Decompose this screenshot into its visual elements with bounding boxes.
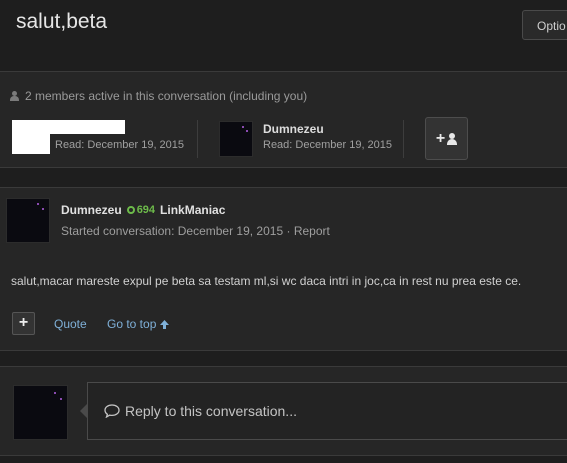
members-panel: 2 members active in this conversation (i… [0, 71, 567, 168]
post-meta: Started conversation: December 19, 2015 … [61, 224, 330, 238]
avatar-speck [54, 392, 56, 394]
redacted-name-block [12, 120, 125, 134]
my-avatar [13, 385, 68, 440]
options-button[interactable]: Optio [522, 10, 567, 40]
reputation-score[interactable]: 694 [126, 204, 156, 216]
avatar-speck [242, 126, 244, 128]
quote-link[interactable]: Quote [54, 317, 87, 331]
add-user-icon [447, 132, 458, 145]
multiquote-button[interactable]: + [12, 312, 35, 335]
user-icon [10, 91, 19, 101]
report-link[interactable]: Report [294, 224, 330, 238]
redacted-avatar-block [12, 134, 50, 154]
go-to-top-link[interactable]: Go to top [107, 317, 170, 331]
speech-bubble-icon [104, 404, 120, 418]
author-rank: LinkManiac [160, 203, 226, 217]
members-summary-text: 2 members active in this conversation (i… [25, 89, 308, 103]
author-avatar[interactable] [6, 198, 50, 243]
member-read-status: Read: December 19, 2015 [55, 139, 185, 151]
member-divider [403, 120, 404, 158]
author-name[interactable]: Dumnezeu [61, 203, 122, 217]
avatar-speck [37, 203, 39, 205]
invite-member-button[interactable]: + [425, 117, 468, 160]
reputation-value: 694 [136, 204, 156, 216]
reply-placeholder: Reply to this conversation... [125, 403, 297, 419]
avatar-speck [42, 208, 44, 210]
reply-section: Reply to this conversation... [0, 366, 567, 456]
members-summary: 2 members active in this conversation (i… [10, 89, 307, 103]
avatar-speck [246, 130, 248, 132]
post-body: salut,macar mareste expul pe beta sa tes… [11, 274, 522, 288]
avatar[interactable] [219, 121, 253, 157]
avatar-speck [60, 398, 62, 400]
message-post: Dumnezeu 694 LinkManiac Started conversa… [0, 187, 567, 351]
reply-input[interactable]: Reply to this conversation... [80, 382, 567, 440]
member-read-status: Read: December 19, 2015 [263, 139, 393, 151]
reputation-icon [126, 206, 135, 214]
conversation-title: salut,beta [16, 10, 108, 33]
member-name[interactable]: Dumnezeu [263, 122, 324, 136]
member-divider [197, 120, 198, 158]
post-author-line: Dumnezeu 694 LinkManiac [61, 203, 225, 217]
meta-separator: · [286, 224, 291, 238]
arrow-up-icon [160, 319, 170, 329]
go-to-top-label: Go to top [107, 317, 157, 331]
post-date: Started conversation: December 19, 2015 [61, 224, 284, 238]
plus-icon: + [435, 129, 446, 147]
